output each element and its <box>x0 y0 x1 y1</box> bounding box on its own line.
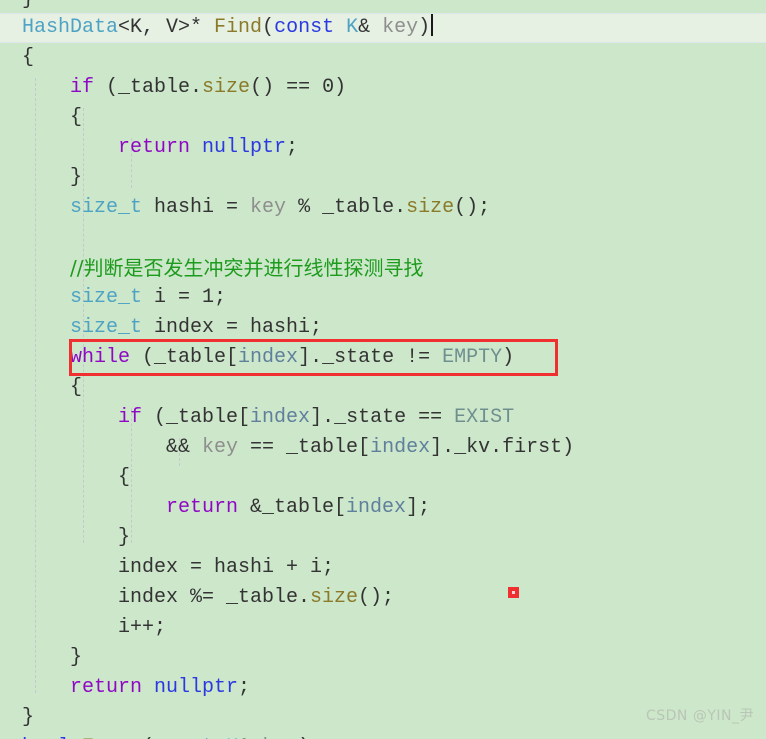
code-line[interactable]: } <box>0 0 766 13</box>
code-token: i++; <box>118 616 167 639</box>
code-token: % _table. <box>286 196 407 219</box>
code-token: return <box>70 676 143 699</box>
code-line[interactable]: size_t hashi = key % _table.size(); <box>0 193 766 223</box>
code-line[interactable]: } <box>0 643 766 673</box>
code-token: } <box>22 0 34 11</box>
code-token: (_table[ <box>130 346 239 369</box>
code-line[interactable]: { <box>0 103 766 133</box>
code-token: &_table[ <box>238 496 347 519</box>
code-token: size <box>406 196 455 219</box>
code-line[interactable]: return &_table[index]; <box>0 493 766 523</box>
code-token: ; <box>238 676 251 699</box>
code-line[interactable]: bool Erase(const K& key) <box>0 733 766 739</box>
code-token: <K, V>* <box>118 16 215 39</box>
code-line[interactable]: if (_table[index]._state == EXIST <box>0 403 766 433</box>
code-token: const <box>274 16 335 39</box>
code-line[interactable]: i++; <box>0 613 766 643</box>
code-token: hashi = <box>142 196 251 219</box>
code-token: (_table. <box>94 76 203 99</box>
code-block[interactable]: } HashData<K, V>* Find(const K& key) { if (… <box>0 0 766 739</box>
code-token: ; <box>286 136 299 159</box>
code-token: return <box>166 496 239 519</box>
code-token: key <box>250 196 287 219</box>
code-token: Find <box>214 16 263 39</box>
code-token: (); <box>454 196 491 219</box>
code-token: () == 0) <box>250 76 347 99</box>
code-token: nullptr <box>154 676 239 699</box>
code-token: nullptr <box>202 136 287 159</box>
code-token: & <box>358 16 383 39</box>
code-token: size_t <box>70 196 143 219</box>
code-token: index <box>238 346 299 369</box>
code-token: while <box>70 346 131 369</box>
code-token: { <box>118 466 131 489</box>
code-line[interactable]: return nullptr; <box>0 673 766 703</box>
code-line[interactable]: if (_table.size() == 0) <box>0 73 766 103</box>
code-token: index <box>370 436 431 459</box>
code-line[interactable]: //判断是否发生冲突并进行线性探测寻找 <box>0 253 766 283</box>
code-token: ( <box>262 16 275 39</box>
code-token: index <box>346 496 407 519</box>
code-token: ) <box>418 16 431 39</box>
code-token: ]._state != <box>298 346 443 369</box>
code-token: } <box>70 166 83 189</box>
code-line[interactable]: size_t i = 1; <box>0 283 766 313</box>
code-token: ]; <box>406 496 431 519</box>
code-token: ]._state == <box>310 406 455 429</box>
code-token: } <box>70 646 83 669</box>
code-token: ]._kv.first) <box>430 436 575 459</box>
code-token: EMPTY <box>442 346 503 369</box>
code-token: if <box>118 406 143 429</box>
code-token: (_table[ <box>142 406 251 429</box>
code-token: } <box>22 706 35 729</box>
code-line[interactable]: index = hashi + i; <box>0 553 766 583</box>
code-token: index = hashi; <box>142 316 323 339</box>
code-token: } <box>118 526 131 549</box>
code-token: HashData <box>22 16 119 39</box>
code-line[interactable]: return nullptr; <box>0 133 766 163</box>
code-token: ) <box>502 346 515 369</box>
code-token: index %= _table. <box>118 586 311 609</box>
code-token: key <box>202 436 239 459</box>
bookmark-marker-icon[interactable] <box>508 587 519 598</box>
code-token: size <box>310 586 359 609</box>
code-line[interactable]: size_t index = hashi; <box>0 313 766 343</box>
code-token: size_t <box>70 316 143 339</box>
code-token: return <box>118 136 191 159</box>
code-token: == _table[ <box>238 436 371 459</box>
code-line[interactable]: { <box>0 463 766 493</box>
text-cursor <box>431 14 434 36</box>
code-line[interactable]: { <box>0 43 766 73</box>
code-token: { <box>22 46 35 69</box>
code-token: size_t <box>70 286 143 309</box>
code-token: index <box>250 406 311 429</box>
code-token: size <box>202 76 251 99</box>
code-token: { <box>70 106 83 129</box>
code-token: //判断是否发生冲突并进行线性探测寻找 <box>70 256 424 280</box>
code-line[interactable]: while (_table[index]._state != EMPTY) <box>0 343 766 373</box>
code-line[interactable]: { <box>0 373 766 403</box>
code-token: if <box>70 76 95 99</box>
code-token: EXIST <box>454 406 515 429</box>
code-editor-screenshot: } HashData<K, V>* Find(const K& key) { if (… <box>0 0 766 739</box>
code-token: key <box>382 16 419 39</box>
code-line[interactable] <box>0 223 766 253</box>
code-line[interactable]: } <box>0 163 766 193</box>
code-token: K <box>346 16 359 39</box>
code-line[interactable]: && key == _table[index]._kv.first) <box>0 433 766 463</box>
code-line[interactable]: index %= _table.size(); <box>0 583 766 613</box>
code-token: && <box>166 436 203 459</box>
code-line[interactable]: HashData<K, V>* Find(const K& key) <box>0 13 766 43</box>
watermark-label: CSDN @YIN_尹 <box>645 708 754 724</box>
code-token: { <box>70 376 83 399</box>
code-token: (); <box>358 586 395 609</box>
code-token: i = 1; <box>142 286 227 309</box>
code-token: index = hashi + i; <box>118 556 335 579</box>
code-line[interactable]: } <box>0 523 766 553</box>
